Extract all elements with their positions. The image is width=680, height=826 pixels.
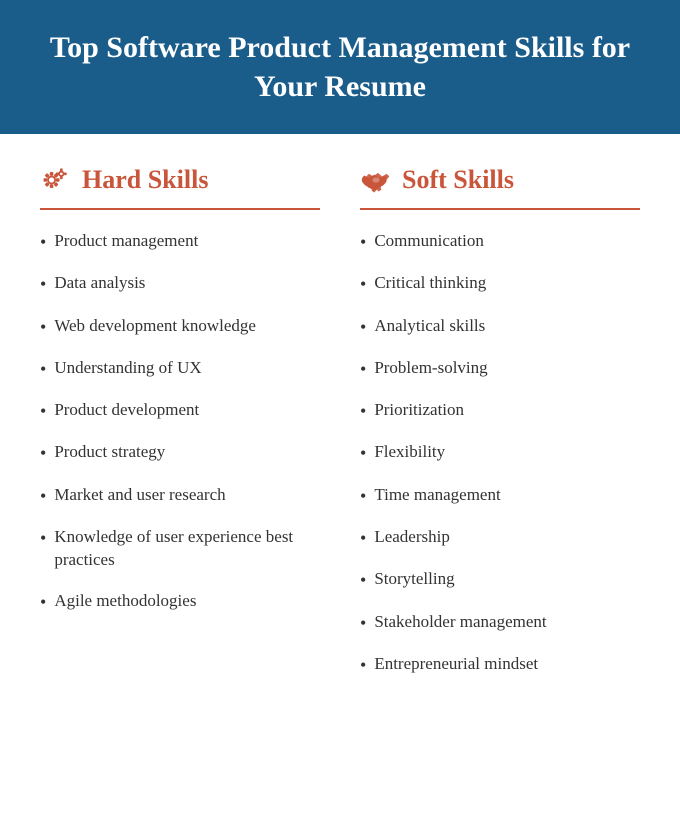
hard-skill-item: Agile methodologies bbox=[40, 590, 320, 614]
hard-skill-item: Product development bbox=[40, 399, 320, 423]
soft-skills-divider bbox=[360, 208, 640, 210]
soft-skill-item: Storytelling bbox=[360, 568, 640, 592]
soft-skill-item: Leadership bbox=[360, 526, 640, 550]
hard-skill-item: Knowledge of user experience best practi… bbox=[40, 526, 320, 572]
soft-skill-item: Communication bbox=[360, 230, 640, 254]
soft-skill-item: Problem-solving bbox=[360, 357, 640, 381]
handshake-icon bbox=[360, 164, 392, 196]
hard-skills-header: Hard Skills bbox=[40, 164, 320, 196]
hard-skill-item: Web development knowledge bbox=[40, 315, 320, 339]
soft-skills-list: Communication Critical thinking Analytical… bbox=[360, 230, 640, 677]
hard-skill-item: Product strategy bbox=[40, 441, 320, 465]
hard-skills-list: Product management Data analysis Web devel… bbox=[40, 230, 320, 614]
soft-skills-column: Soft Skills Communication Critical thinki… bbox=[350, 164, 650, 695]
soft-skill-item: Time management bbox=[360, 484, 640, 508]
page-title: Top Software Product Management Skills f… bbox=[40, 28, 640, 106]
hard-skill-item: Product management bbox=[40, 230, 320, 254]
hard-skills-divider bbox=[40, 208, 320, 210]
hard-skills-column: Hard Skills Product management Data analy… bbox=[30, 164, 330, 695]
hard-skill-item: Understanding of UX bbox=[40, 357, 320, 381]
soft-skill-item: Analytical skills bbox=[360, 315, 640, 339]
hard-skills-title: Hard Skills bbox=[82, 165, 208, 195]
soft-skills-header: Soft Skills bbox=[360, 164, 640, 196]
soft-skills-title: Soft Skills bbox=[402, 165, 514, 195]
soft-skill-item: Stakeholder management bbox=[360, 611, 640, 635]
gear-icon bbox=[40, 164, 72, 196]
soft-skill-item: Critical thinking bbox=[360, 272, 640, 296]
content-area: Hard Skills Product management Data analy… bbox=[0, 134, 680, 725]
page-header: Top Software Product Management Skills f… bbox=[0, 0, 680, 134]
soft-skill-item: Prioritization bbox=[360, 399, 640, 423]
hard-skill-item: Data analysis bbox=[40, 272, 320, 296]
soft-skill-item: Entrepreneurial mindset bbox=[360, 653, 640, 677]
hard-skill-item: Market and user research bbox=[40, 484, 320, 508]
soft-skill-item: Flexibility bbox=[360, 441, 640, 465]
